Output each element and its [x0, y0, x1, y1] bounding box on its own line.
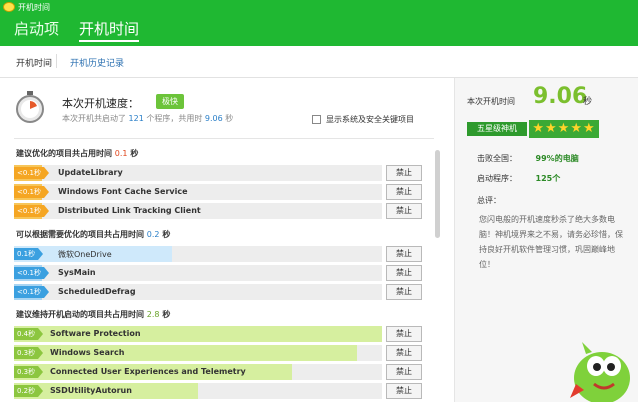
- panel-divider: [14, 138, 434, 139]
- disable-button[interactable]: 禁止: [386, 203, 422, 219]
- section-title-text: 可以根据需要优化的项目共占用时间: [16, 230, 144, 239]
- item-name: SysMain: [58, 268, 96, 277]
- list-item: <0.1秒 UpdateLibrary: [14, 165, 382, 181]
- list-item: <0.1秒 Distributed Link Tracking Client: [14, 203, 382, 219]
- sub-navigation: 开机时间 开机历史记录: [0, 46, 638, 78]
- list-item: <0.1秒 ScheduledDefrag: [14, 284, 382, 300]
- disable-button[interactable]: 禁止: [386, 364, 422, 380]
- beat-label: 击败全国：: [477, 154, 517, 163]
- boot-time-value: 9.06: [204, 114, 223, 123]
- stopwatch-icon: [16, 91, 44, 123]
- disable-button[interactable]: 禁止: [386, 345, 422, 361]
- star-rating-icon: ★★★★★: [529, 120, 599, 138]
- section-unit: 秒: [130, 149, 139, 158]
- list-item: <0.1秒 Windows Font Cache Service: [14, 184, 382, 200]
- section-title-optional: 可以根据需要优化的项目共占用时间 0.2 秒: [16, 229, 170, 240]
- time-badge: 0.1秒: [14, 248, 44, 260]
- detail-suffix: 秒: [225, 114, 234, 123]
- list-item: 0.3秒 Windows Search: [14, 345, 382, 361]
- list-item: 0.3秒 Connected User Experiences and Tele…: [14, 364, 382, 380]
- show-system-label[interactable]: 显示系统及安全关键项目: [326, 114, 414, 125]
- time-badge: <0.1秒: [14, 286, 49, 298]
- item-name: Distributed Link Tracking Client: [58, 206, 201, 215]
- time-badge: <0.1秒: [14, 186, 49, 198]
- scrollbar-thumb[interactable]: [435, 150, 440, 238]
- program-count: 121: [128, 114, 144, 123]
- time-badge: 0.2秒: [14, 385, 44, 397]
- tab-startup-items[interactable]: 启动项: [14, 18, 59, 42]
- section-title-optimize: 建议优化的项目共占用时间 0.1 秒: [16, 148, 138, 159]
- section-time: 0.2: [146, 230, 160, 239]
- time-badge: <0.1秒: [14, 205, 49, 217]
- section-time: 2.8: [146, 310, 160, 319]
- disable-button[interactable]: 禁止: [386, 184, 422, 200]
- list-item: 0.4秒 Software Protection: [14, 326, 382, 342]
- section-title-text: 建议维持开机启动的项目共占用时间: [16, 310, 144, 319]
- programs-value: 125个: [535, 174, 561, 183]
- item-name: SSDUtilityAutorun: [50, 386, 132, 395]
- section-unit: 秒: [162, 230, 171, 239]
- time-badge: 0.3秒: [14, 347, 44, 359]
- disable-button[interactable]: 禁止: [386, 383, 422, 399]
- tab-boot-time[interactable]: 开机时间: [79, 18, 140, 42]
- subnav-boot-time[interactable]: 开机时间: [16, 56, 52, 69]
- boot-time-unit: 秒: [583, 97, 593, 107]
- subnav-boot-history[interactable]: 开机历史记录: [70, 56, 124, 69]
- speed-badge: 极快: [156, 94, 184, 109]
- item-name: UpdateLibrary: [58, 168, 123, 177]
- item-name: ScheduledDefrag: [58, 287, 136, 296]
- subnav-divider: [56, 54, 57, 68]
- boot-speed-label: 本次开机速度：: [62, 97, 139, 110]
- list-item: <0.1秒 SysMain: [14, 265, 382, 281]
- programs-stat: 启动程序： 125个: [477, 173, 560, 184]
- section-time: 0.1: [114, 149, 128, 158]
- disable-button[interactable]: 禁止: [386, 246, 422, 262]
- list-item: 0.1秒 微软OneDrive: [14, 246, 382, 262]
- time-badge: 0.4秒: [14, 328, 44, 340]
- time-badge: <0.1秒: [14, 167, 49, 179]
- item-name: 微软OneDrive: [58, 250, 112, 259]
- show-system-checkbox[interactable]: [312, 115, 321, 124]
- disable-button[interactable]: 禁止: [386, 284, 422, 300]
- window-title: 开机时间: [18, 2, 50, 12]
- section-title-keep: 建议维持开机启动的项目共占用时间 2.8 秒: [16, 309, 170, 320]
- time-badge: 0.3秒: [14, 366, 44, 378]
- disable-button[interactable]: 禁止: [386, 326, 422, 342]
- boot-items-panel: 本次开机速度： 极快 本次开机共启动了 121 个程序，共用时 9.06 秒 显…: [0, 78, 450, 402]
- beat-stat: 击败全国： 99%的电脑: [477, 153, 579, 164]
- app-logo-icon: [3, 2, 15, 12]
- item-name: Connected User Experiences and Telemetry: [50, 367, 246, 376]
- disable-button[interactable]: 禁止: [386, 165, 422, 181]
- item-name: Software Protection: [50, 329, 141, 338]
- mascot-icon: [570, 342, 630, 402]
- list-item: 0.2秒 SSDUtilityAutorun: [14, 383, 382, 399]
- disable-button[interactable]: 禁止: [386, 265, 422, 281]
- summary-title: 总评：: [477, 196, 501, 205]
- beat-value: 99%的电脑: [535, 154, 579, 163]
- item-name: Windows Search: [50, 348, 125, 357]
- main-tabs: 启动项 开机时间: [14, 18, 140, 42]
- item-name: Windows Font Cache Service: [58, 187, 188, 196]
- boot-summary-text: 本次开机共启动了 121 个程序，共用时 9.06 秒: [62, 113, 233, 124]
- boot-time-label: 本次开机时间: [467, 97, 515, 106]
- programs-label: 启动程序：: [477, 174, 517, 183]
- boot-time-big: 9.06: [533, 84, 588, 109]
- detail-prefix: 本次开机共启动了: [62, 114, 126, 123]
- app-header: 开机时间 启动项 开机时间: [0, 0, 638, 46]
- section-unit: 秒: [162, 310, 171, 319]
- summary-text: 您闪电般的开机速度秒杀了绝大多数电脑！神机境界来之不易，请务必珍惜，保持良好开机…: [479, 215, 623, 269]
- time-badge: <0.1秒: [14, 267, 49, 279]
- section-title-text: 建议优化的项目共占用时间: [16, 149, 112, 158]
- level-badge: 五星级神机: [467, 122, 527, 136]
- detail-mid: 个程序，共用时: [146, 114, 203, 123]
- title-bar: 开机时间: [0, 0, 638, 14]
